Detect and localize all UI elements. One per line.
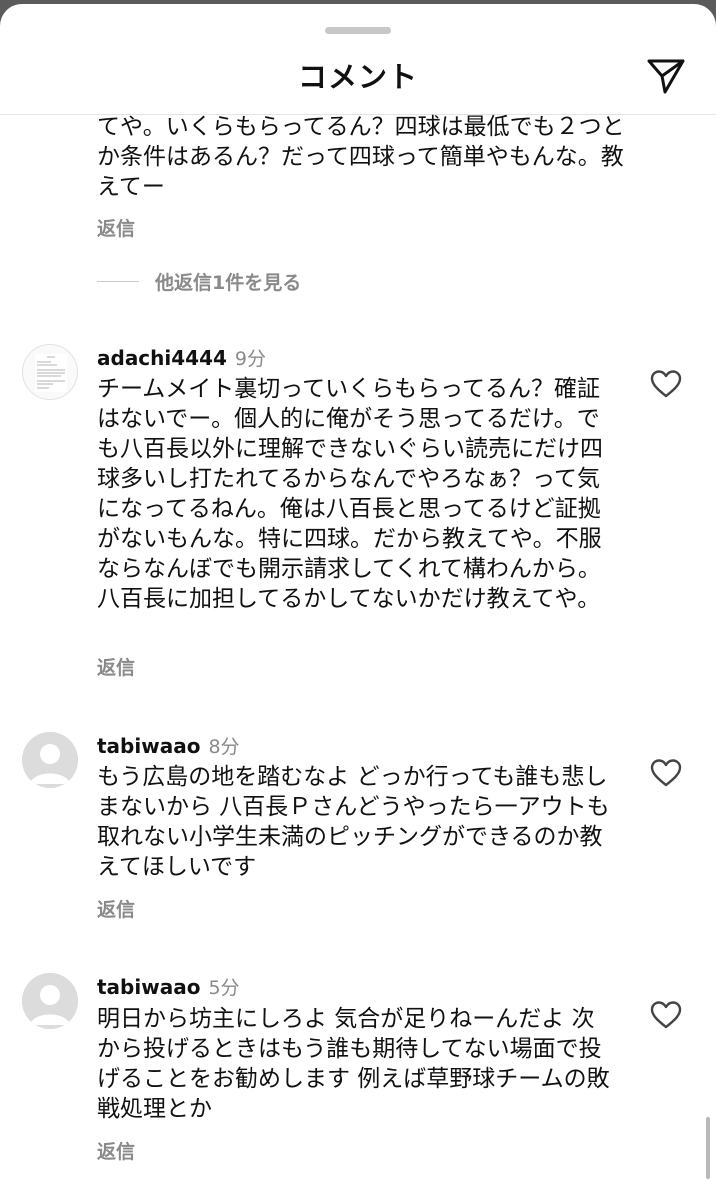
view-replies-label: 他返信1件を見る — [155, 272, 302, 294]
comment-text: チームメイト裏切っていくらもらってるん？確証はないでー。個人的に俺がそう思ってる… — [97, 376, 603, 612]
reply-button[interactable]: 返信 — [97, 214, 135, 241]
default-user-avatar-icon — [22, 973, 78, 1029]
view-replies-button[interactable]: 他返信1件を見る — [97, 268, 301, 295]
avatar[interactable] — [22, 732, 78, 788]
paper-plane-icon — [647, 59, 685, 94]
comment-meta: tabiwaao 8分 — [97, 732, 240, 759]
timestamp: 9分 — [234, 348, 267, 370]
timestamp: 8分 — [208, 736, 240, 758]
comments-sheet: コメント てや。いくらもらってるん？四球は最低でも２つとか条件はあるん？だって四… — [0, 4, 716, 1199]
username[interactable]: tabiwaao — [97, 734, 200, 758]
reply-button[interactable]: 返信 — [97, 1137, 135, 1164]
page-title: コメント — [297, 60, 418, 94]
comment-text: てや。いくらもらってるん？四球は最低でも２つとか条件はあるん？だって四球って簡単… — [97, 114, 625, 200]
username[interactable]: adachi4444 — [97, 346, 227, 370]
thread-line — [97, 281, 139, 282]
like-button[interactable] — [649, 998, 683, 1032]
default-user-avatar-icon — [22, 732, 78, 788]
comment-meta: adachi4444 9分 — [97, 344, 266, 371]
drag-handle[interactable] — [325, 27, 391, 34]
heart-icon — [650, 1001, 682, 1029]
document-image-avatar-icon — [35, 354, 67, 392]
comment-meta: tabiwaao 5分 — [97, 973, 240, 1000]
heart-icon — [650, 759, 682, 787]
scrollbar[interactable] — [706, 1117, 710, 1179]
comment-text: もう広島の地を踏むなよ どっか行っても誰も悲しまないから 八百長Ｐさんどうやった… — [97, 764, 610, 880]
share-button[interactable] — [644, 54, 688, 98]
avatar[interactable] — [22, 973, 78, 1029]
timestamp: 5分 — [208, 977, 240, 999]
avatar[interactable] — [22, 344, 78, 400]
comment-text: 明日から坊主にしろよ 気合が足りねーんだよ 次から投げるときはもう誰も期待してな… — [97, 1006, 610, 1122]
heart-icon — [650, 370, 682, 398]
like-button[interactable] — [649, 367, 683, 401]
username[interactable]: tabiwaao — [97, 975, 200, 999]
reply-button[interactable]: 返信 — [97, 895, 135, 922]
like-button[interactable] — [649, 756, 683, 790]
reply-button[interactable]: 返信 — [97, 653, 135, 680]
